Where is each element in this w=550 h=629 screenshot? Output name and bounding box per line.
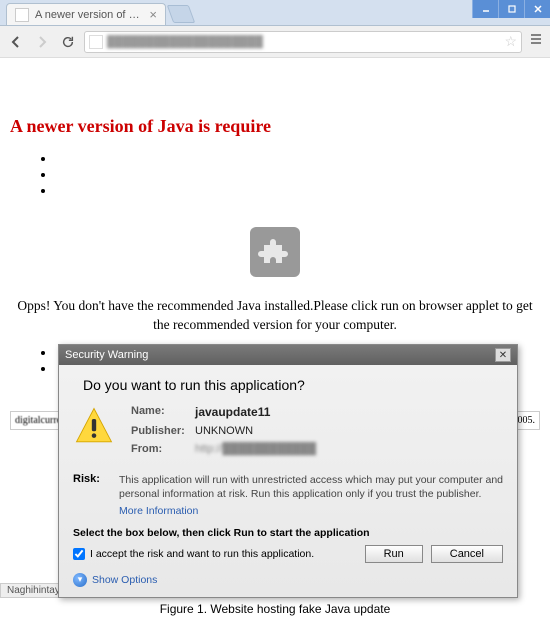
bullet-list <box>56 151 540 199</box>
maximize-button[interactable] <box>498 0 524 18</box>
close-window-button[interactable] <box>524 0 550 18</box>
page-heading: A newer version of Java is require <box>10 116 540 137</box>
app-info-table: Name:javaupdate11 Publisher:UNKNOWN From… <box>131 405 316 461</box>
back-button[interactable] <box>6 32 26 52</box>
site-icon <box>89 35 103 49</box>
browser-tab[interactable]: A newer version of Java is re × <box>6 3 166 25</box>
menu-button[interactable] <box>528 31 544 52</box>
accept-risk-checkbox[interactable] <box>73 548 85 560</box>
forward-button[interactable] <box>32 32 52 52</box>
select-instruction: Select the box below, then click Run to … <box>73 527 503 539</box>
reload-button[interactable] <box>58 32 78 52</box>
publisher-label: Publisher: <box>131 425 195 437</box>
url-bar: ████████████████████ ☆ <box>0 26 550 58</box>
dialog-info-section: Name:javaupdate11 Publisher:UNKNOWN From… <box>73 405 503 461</box>
app-name: javaupdate11 <box>195 405 270 419</box>
warning-icon <box>73 405 115 447</box>
from-value: http://████████████ <box>195 443 316 455</box>
tab-title: A newer version of Java is re <box>35 9 143 21</box>
url-field[interactable]: ████████████████████ ☆ <box>84 31 522 53</box>
accept-label: I accept the risk and want to run this a… <box>90 548 314 560</box>
dialog-question: Do you want to run this application? <box>83 377 503 393</box>
tab-close-icon[interactable]: × <box>149 7 157 22</box>
accept-checkbox-row[interactable]: I accept the risk and want to run this a… <box>73 548 314 560</box>
name-label: Name: <box>131 405 195 419</box>
show-options-link[interactable]: ▾ Show Options <box>73 573 503 587</box>
from-label: From: <box>131 443 195 455</box>
cancel-button[interactable]: Cancel <box>431 545 503 563</box>
risk-text: This application will run with unrestric… <box>119 473 503 519</box>
tab-strip: A newer version of Java is re × <box>0 0 550 26</box>
dialog-bottom-row: I accept the risk and want to run this a… <box>73 545 503 563</box>
dialog-body: Do you want to run this application? Nam… <box>59 365 517 597</box>
window-controls <box>472 0 550 18</box>
table-cell-left: digitalcurre <box>15 415 61 426</box>
dialog-titlebar[interactable]: Security Warning ✕ <box>59 345 517 365</box>
more-information-link[interactable]: More Information <box>119 504 198 518</box>
dialog-close-button[interactable]: ✕ <box>495 348 511 362</box>
chevron-down-icon: ▾ <box>73 573 87 587</box>
list-item <box>56 167 540 183</box>
list-item <box>56 151 540 167</box>
list-item <box>56 183 540 199</box>
plugin-missing-icon[interactable] <box>250 227 300 277</box>
publisher-value: UNKNOWN <box>195 425 253 437</box>
bookmark-star-icon[interactable]: ☆ <box>504 33 517 50</box>
dialog-buttons: Run Cancel <box>365 545 503 563</box>
opps-message: Opps! You don't have the recommended Jav… <box>14 297 536 335</box>
minimize-button[interactable] <box>472 0 498 18</box>
favicon-icon <box>15 8 29 22</box>
run-button[interactable]: Run <box>365 545 423 563</box>
risk-label: Risk: <box>73 473 109 519</box>
risk-row: Risk: This application will run with unr… <box>73 473 503 519</box>
url-text: ████████████████████ <box>107 36 500 48</box>
security-warning-dialog: Security Warning ✕ Do you want to run th… <box>58 344 518 598</box>
dialog-title: Security Warning <box>65 349 148 361</box>
new-tab-button[interactable] <box>167 5 196 23</box>
figure-caption: Figure 1. Website hosting fake Java upda… <box>0 602 550 616</box>
